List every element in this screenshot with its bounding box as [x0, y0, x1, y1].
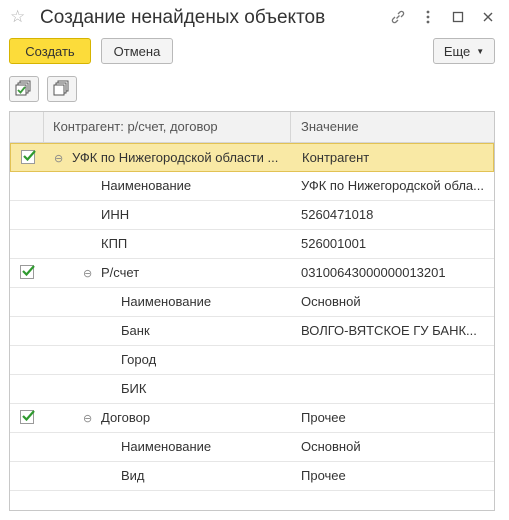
row-label-cell: Наименование — [43, 433, 291, 461]
more-vert-icon[interactable] — [413, 6, 443, 28]
row-label: Договор — [101, 410, 151, 425]
row-label-cell: Город — [43, 346, 291, 374]
window-controls — [383, 6, 503, 28]
collapse-toggle-icon[interactable]: ⊖ — [83, 260, 95, 287]
title-bar: ☆ Создание ненайденых объектов — [0, 0, 509, 36]
uncheck-all-icon — [53, 80, 71, 99]
table-row[interactable]: Наименование УФК по Нижегородской обла... — [10, 172, 494, 201]
table-row[interactable]: Наименование Основной — [10, 288, 494, 317]
row-label-cell: БИК — [43, 375, 291, 403]
more-button[interactable]: Еще ▼ — [433, 38, 495, 64]
row-checkbox[interactable] — [20, 265, 35, 279]
collapse-toggle-icon[interactable]: ⊖ — [54, 145, 66, 172]
row-label-cell: ⊖ Договор — [43, 404, 291, 432]
close-icon[interactable] — [473, 6, 503, 28]
row-value: 03100643000000013201 — [301, 265, 446, 280]
collapse-toggle-icon[interactable]: ⊖ — [83, 405, 95, 432]
row-value: Прочее — [301, 410, 346, 425]
table-row[interactable]: Вид Прочее — [10, 462, 494, 491]
table-toolbar — [0, 76, 509, 104]
row-label: КПП — [101, 236, 128, 251]
row-value — [301, 375, 487, 403]
row-label-cell: ⊖ УФК по Нижегородской области ... — [44, 144, 292, 172]
check-all-icon — [15, 80, 33, 99]
row-label-cell: Банк — [43, 317, 291, 345]
row-value — [301, 346, 487, 374]
row-label: Банк — [121, 323, 150, 338]
row-label-cell: ⊖ Р/счет — [43, 259, 291, 287]
header-check-column — [10, 112, 44, 142]
table-body: ⊖ УФК по Нижегородской области ... Контраг… — [10, 143, 494, 491]
row-label-cell: КПП — [43, 230, 291, 258]
table-row[interactable]: Банк ВОЛГО-ВЯТСКОЕ ГУ БАНК... — [10, 317, 494, 346]
table-row[interactable]: Город — [10, 346, 494, 375]
table-row[interactable]: КПП 526001001 — [10, 230, 494, 259]
row-label: Город — [121, 352, 157, 367]
star-icon[interactable]: ☆ — [10, 7, 25, 27]
objects-table: Контрагент: р/счет, договор Значение ⊖ УФ… — [9, 111, 495, 511]
create-button[interactable]: Создать — [9, 38, 91, 64]
row-label-cell: Наименование — [43, 288, 291, 316]
row-label: Наименование — [121, 294, 212, 309]
row-value: 5260471018 — [301, 207, 374, 222]
row-value: УФК по Нижегородской обла... — [301, 178, 484, 193]
table-row[interactable]: Наименование Основной — [10, 433, 494, 462]
row-value: ВОЛГО-ВЯТСКОЕ ГУ БАНК... — [301, 323, 477, 338]
table-row[interactable]: ⊖ УФК по Нижегородской области ... Контраг… — [10, 143, 494, 172]
row-label: УФК по Нижегородской области ... — [72, 150, 279, 165]
row-value: Контрагент — [302, 150, 370, 165]
row-label: Наименование — [101, 178, 192, 193]
row-label: БИК — [121, 381, 147, 396]
header-counterparty[interactable]: Контрагент: р/счет, договор — [43, 112, 291, 142]
row-checkbox[interactable] — [21, 150, 36, 164]
row-value: 526001001 — [301, 236, 367, 251]
cancel-button[interactable]: Отмена — [101, 38, 173, 64]
command-bar: Создать Отмена Еще ▼ — [0, 38, 509, 68]
row-label: ИНН — [101, 207, 130, 222]
uncheck-all-button[interactable] — [47, 76, 77, 102]
maximize-icon[interactable] — [443, 6, 473, 28]
row-label-cell: ИНН — [43, 201, 291, 229]
row-label-cell: Вид — [43, 462, 291, 490]
link-icon[interactable] — [383, 6, 413, 28]
table-row[interactable]: ⊖ Договор Прочее — [10, 404, 494, 433]
row-value: Основной — [301, 294, 361, 309]
table-header: Контрагент: р/счет, договор Значение — [10, 112, 494, 143]
row-checkbox[interactable] — [20, 410, 35, 424]
table-row[interactable]: БИК — [10, 375, 494, 404]
row-value: Основной — [301, 439, 361, 454]
row-label-cell: Наименование — [43, 172, 291, 200]
more-button-label: Еще — [443, 43, 471, 59]
row-label: Наименование — [121, 439, 212, 454]
chevron-down-icon: ▼ — [476, 46, 485, 56]
row-value: Прочее — [301, 468, 346, 483]
row-label: Р/счет — [101, 265, 140, 280]
table-row[interactable]: ИНН 5260471018 — [10, 201, 494, 230]
row-label: Вид — [121, 468, 145, 483]
table-row[interactable]: ⊖ Р/счет 03100643000000013201 — [10, 259, 494, 288]
window-title: Создание ненайденых объектов — [40, 7, 326, 28]
check-all-button[interactable] — [9, 76, 39, 102]
header-value[interactable]: Значение — [291, 112, 359, 142]
